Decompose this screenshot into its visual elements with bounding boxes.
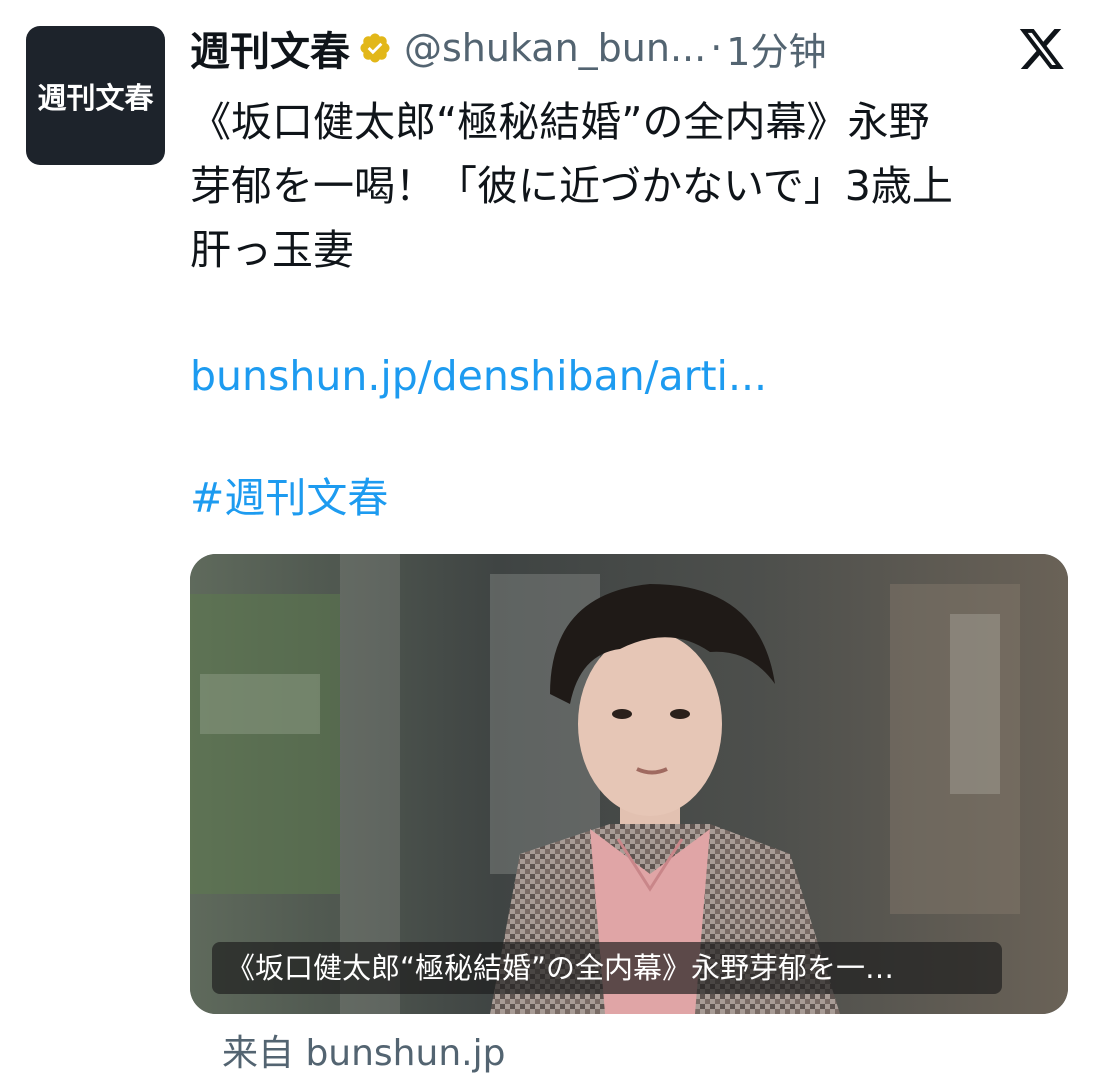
account-handle[interactable]: @shukan_bun... <box>404 26 706 70</box>
avatar-logo-text: 週刊文春 <box>37 80 154 115</box>
display-name[interactable]: 週刊文春 <box>190 19 350 77</box>
hashtag-link[interactable]: #週刊文春 <box>190 466 388 530</box>
tweet-text-line: 肝っ玉妻 <box>190 226 354 274</box>
tweet-text-line: 《坂口健太郎“極秘結婚”の全内幕》永野 <box>190 98 930 146</box>
card-caption: 《坂口健太郎“極秘結婚”の全内幕》永野芽郁を一… <box>212 942 1002 994</box>
tweet-text-line: 芽郁を一喝！「彼に近づかないで」3歳上 <box>190 162 953 210</box>
post-time: 1分钟 <box>726 29 827 74</box>
verified-badge-icon <box>360 33 390 63</box>
account-avatar[interactable]: 週刊文春 <box>26 26 165 165</box>
tweet-header: 週刊文春 @shukan_bun... · 1分钟 <box>190 20 826 76</box>
card-source[interactable]: 来自 bunshun.jp <box>222 1030 505 1078</box>
x-logo-icon[interactable] <box>1018 28 1066 72</box>
separator-dot: · <box>710 26 723 70</box>
link-preview-card[interactable]: 《坂口健太郎“極秘結婚”の全内幕》永野芽郁を一… <box>190 554 1068 1014</box>
article-link[interactable]: bunshun.jp/denshiban/arti... <box>190 344 767 408</box>
tweet-text: 《坂口健太郎“極秘結婚”の全内幕》永野 芽郁を一喝！「彼に近づかないで」3歳上 … <box>190 90 1070 282</box>
